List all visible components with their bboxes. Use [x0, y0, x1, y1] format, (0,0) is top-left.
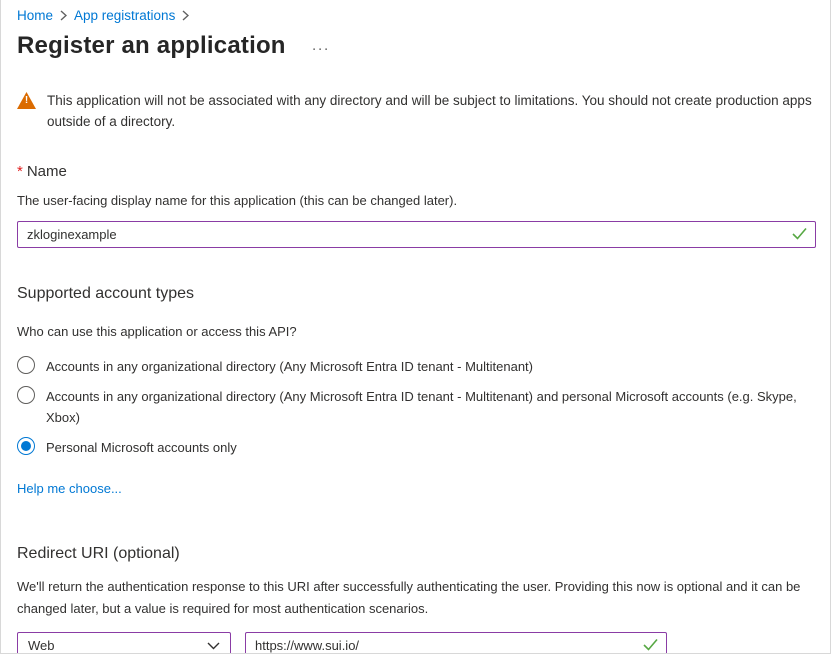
name-input[interactable]: [17, 221, 816, 248]
radio-option-label[interactable]: Accounts in any organizational directory…: [46, 356, 533, 377]
page-title: Register an application: [17, 32, 286, 60]
warning-banner: This application will not be associated …: [17, 90, 822, 132]
redirect-uri-input-wrap: [245, 632, 667, 654]
title-row: Register an application ···: [17, 32, 814, 60]
breadcrumb-app-registrations[interactable]: App registrations: [74, 8, 175, 23]
breadcrumb: Home App registrations: [17, 0, 814, 23]
platform-select[interactable]: Web: [17, 632, 231, 654]
help-me-choose-link[interactable]: Help me choose...: [17, 481, 122, 496]
breadcrumb-home[interactable]: Home: [17, 8, 53, 23]
redirect-uri-input[interactable]: [245, 632, 667, 654]
register-application-pane: Home App registrations Register an appli…: [0, 0, 831, 654]
warning-icon: [17, 92, 36, 109]
name-description: The user-facing display name for this ap…: [17, 193, 814, 208]
redirect-uri-description: We'll return the authentication response…: [17, 576, 822, 620]
redirect-uri-row: Web: [17, 632, 814, 654]
radio-button-icon-selected[interactable]: [17, 437, 35, 455]
breadcrumb-chevron-icon: [182, 10, 189, 21]
breadcrumb-chevron-icon: [60, 10, 67, 21]
warning-text: This application will not be associated …: [47, 90, 822, 132]
radio-button-icon[interactable]: [17, 356, 35, 374]
context-menu-ellipsis-icon[interactable]: ···: [312, 44, 330, 54]
radio-option-label[interactable]: Accounts in any organizational directory…: [46, 386, 807, 428]
radio-option-personal-only[interactable]: Personal Microsoft accounts only: [17, 437, 807, 458]
supported-account-types-heading: Supported account types: [17, 285, 814, 303]
name-label: *Name: [17, 163, 814, 180]
redirect-uri-heading: Redirect URI (optional): [17, 545, 814, 563]
name-input-wrap: [17, 221, 816, 248]
required-asterisk: *: [17, 163, 23, 180]
radio-option-multitenant[interactable]: Accounts in any organizational directory…: [17, 356, 807, 377]
radio-option-multitenant-personal[interactable]: Accounts in any organizational directory…: [17, 386, 807, 428]
platform-select-value: Web: [28, 638, 55, 653]
chevron-down-icon: [207, 638, 220, 653]
name-label-text: Name: [27, 163, 67, 180]
radio-button-icon[interactable]: [17, 386, 35, 404]
account-types-question: Who can use this application or access t…: [17, 324, 814, 339]
radio-option-label[interactable]: Personal Microsoft accounts only: [46, 437, 237, 458]
